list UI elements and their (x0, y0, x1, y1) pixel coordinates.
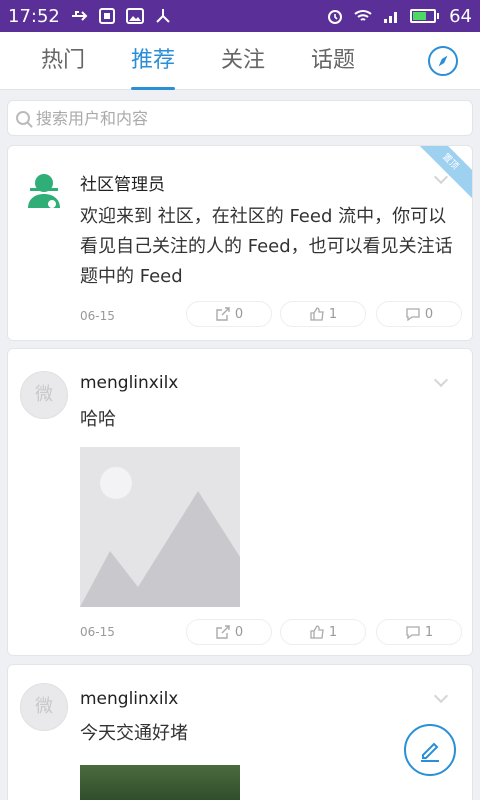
search-bar[interactable] (7, 100, 473, 136)
share-count: 0 (234, 624, 244, 640)
post-content: 欢迎来到 社区，在社区的 Feed 流中，你可以看见自己关注的人的 Feed，也… (80, 206, 453, 287)
battery-level: 64 (449, 5, 472, 27)
post-photo[interactable] (80, 765, 240, 800)
thumbs-up-icon (310, 307, 324, 321)
chevron-down-icon[interactable] (433, 372, 449, 388)
image-icon (125, 8, 144, 24)
share-button[interactable]: 0 (186, 619, 272, 645)
usb-icon (71, 11, 88, 21)
post-username[interactable]: 社区管理员 (80, 170, 165, 195)
share-icon (156, 9, 170, 23)
top-tab-bar: 热门 推荐 关注 话题 (0, 32, 480, 90)
status-time: 17:52 (8, 5, 60, 27)
post-username[interactable]: menglinxilx (80, 689, 178, 709)
tab-following[interactable]: 关注 (198, 32, 288, 90)
share-icon (216, 625, 230, 639)
battery-icon (410, 9, 440, 23)
status-bar: 17:52 64 (0, 0, 480, 32)
pencil-icon (421, 742, 439, 762)
avatar[interactable]: 微 (20, 683, 68, 731)
post-card[interactable]: 微 menglinxilx 今天交通好堵 (7, 664, 473, 800)
post-date: 06-15 (80, 309, 115, 323)
comment-icon (406, 308, 420, 322)
tab-hot[interactable]: 热门 (18, 32, 108, 90)
comment-count: 0 (424, 306, 434, 322)
tab-topics[interactable]: 话题 (288, 32, 378, 90)
share-count: 0 (234, 306, 244, 322)
comment-icon (406, 626, 420, 640)
comment-count: 1 (424, 624, 434, 640)
wifi-icon (354, 10, 372, 21)
comment-button[interactable]: 0 (376, 301, 462, 327)
chevron-down-icon[interactable] (433, 688, 449, 704)
compose-button[interactable] (404, 724, 456, 776)
compass-icon[interactable] (428, 46, 458, 76)
post-card[interactable]: 微 menglinxilx 哈哈 06-15 0 1 1 (7, 348, 473, 656)
thumbs-up-icon (310, 625, 324, 639)
share-icon (216, 307, 230, 321)
like-button[interactable]: 1 (280, 301, 366, 327)
post-content: 今天交通好堵 (80, 723, 188, 744)
post-content: 哈哈 (80, 409, 116, 430)
like-count: 1 (328, 624, 338, 640)
admin-avatar-icon (28, 174, 60, 208)
search-input[interactable] (36, 108, 456, 128)
notification-icon (98, 8, 115, 24)
tab-recommended[interactable]: 推荐 (108, 32, 198, 90)
post-card[interactable]: 置顶 社区管理员 欢迎来到 社区，在社区的 Feed 流中，你可以看见自己关注的… (7, 145, 473, 341)
post-date: 06-15 (80, 625, 115, 639)
image-placeholder-icon[interactable] (80, 447, 240, 607)
comment-button[interactable]: 1 (376, 619, 462, 645)
post-username[interactable]: menglinxilx (80, 373, 178, 393)
avatar[interactable]: 微 (20, 371, 68, 419)
like-count: 1 (328, 306, 338, 322)
like-button[interactable]: 1 (280, 619, 366, 645)
signal-icon (384, 12, 398, 23)
alarm-icon (328, 10, 343, 24)
share-button[interactable]: 0 (186, 301, 272, 327)
search-icon (16, 111, 30, 125)
